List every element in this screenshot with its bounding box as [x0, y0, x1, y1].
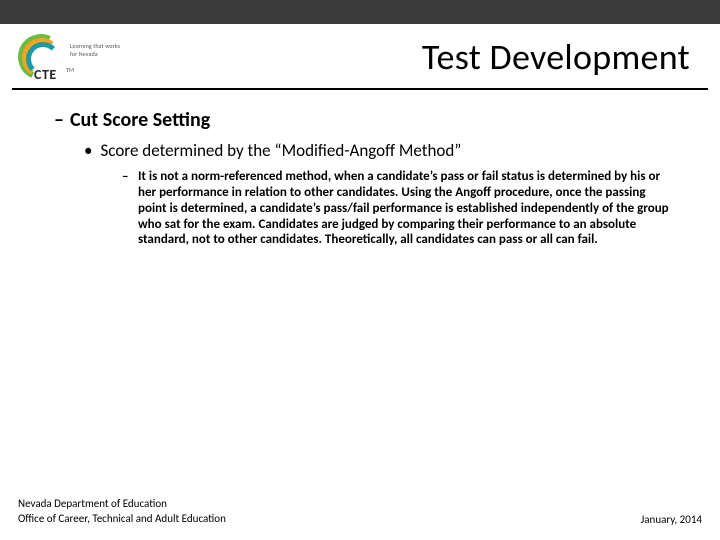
bullet-level-3: –It is not a norm-referenced method, whe… — [138, 169, 676, 248]
bullet-text: Cut Score Setting — [70, 108, 210, 132]
bullet-icon: • — [84, 140, 92, 161]
bullet-text: Score determined by the “Modified-Angoff… — [100, 140, 461, 161]
dash-icon: – — [122, 169, 128, 185]
cte-logo: Learning that works for Nevada CTE TM — [16, 32, 126, 82]
bullet-level-1: –Cut Score Setting — [54, 108, 702, 132]
header: Learning that works for Nevada CTE TM Te… — [0, 24, 720, 86]
page-title: Test Development — [132, 35, 704, 79]
footer-dept-line1: Nevada Department of Education — [18, 497, 226, 511]
content: –Cut Score Setting •Score determined by … — [0, 90, 720, 248]
logo-name: CTE — [34, 66, 57, 83]
dash-icon: – — [54, 108, 64, 132]
top-bar — [0, 0, 720, 24]
logo-tm: TM — [66, 66, 74, 74]
bullet-level-2: • Score determined by the “Modified-Angof… — [84, 140, 702, 161]
bullet-text: It is not a norm-referenced method, when… — [138, 169, 669, 247]
slide: Learning that works for Nevada CTE TM Te… — [0, 0, 720, 540]
footer-dept: Nevada Department of Education Office of… — [18, 497, 226, 526]
logo-tagline: Learning that works for Nevada — [70, 42, 126, 58]
footer-date: January, 2014 — [641, 513, 702, 526]
footer-dept-line2: Office of Career, Technical and Adult Ed… — [18, 512, 226, 526]
footer: Nevada Department of Education Office of… — [18, 497, 702, 526]
